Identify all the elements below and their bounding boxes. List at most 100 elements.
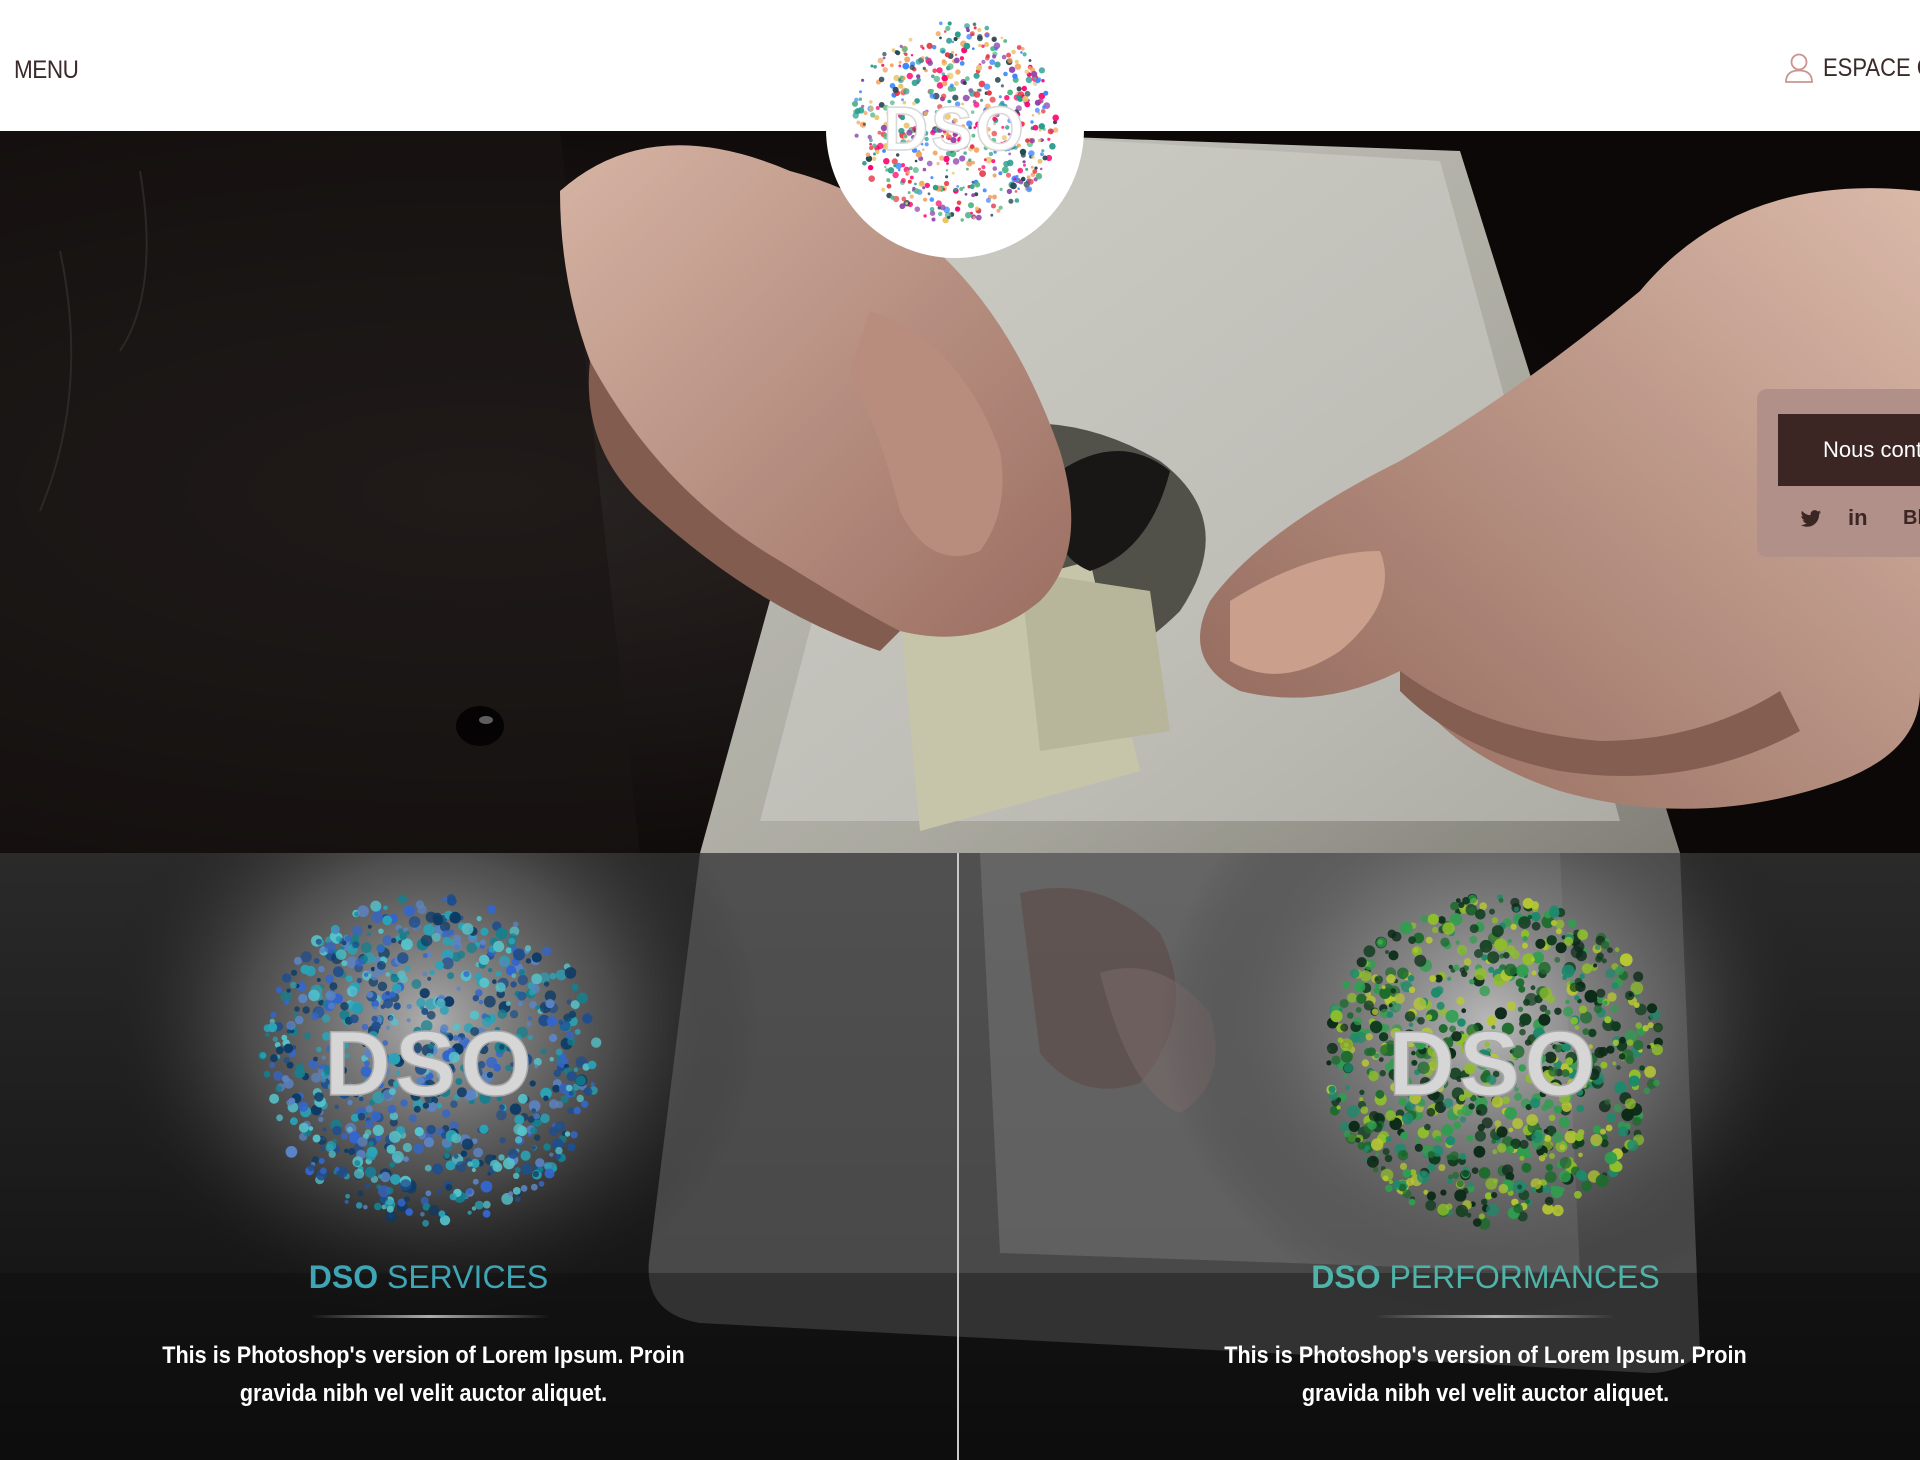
logo-dot: [378, 1174, 383, 1179]
logo-dot: [587, 1060, 597, 1070]
logo-dot: [548, 1126, 559, 1136]
client-area-link[interactable]: ESPACE CLIENT: [1783, 52, 1920, 84]
logo-dot: [929, 207, 935, 212]
logo-dot: [1448, 1174, 1453, 1180]
logo-dot: [1052, 114, 1059, 122]
logo-dot: [1003, 39, 1008, 43]
logo-dot: [443, 996, 455, 1007]
logo-dot: [931, 74, 935, 79]
logo-dot: [511, 973, 517, 979]
logo-dot: [295, 1063, 305, 1072]
logo-dot: [960, 218, 964, 222]
logo-dot: [517, 974, 528, 986]
logo-dot: [929, 88, 935, 94]
logo-dot: [1397, 967, 1409, 980]
logo-dot: [1429, 975, 1437, 983]
logo-dot: [1610, 1021, 1621, 1032]
logo-dot: [1017, 179, 1020, 182]
logo-dot: [947, 63, 954, 70]
services-description-line-2: gravida nibh vel velit auctor aliquet.: [239, 1380, 608, 1407]
logo-dot: [1397, 1150, 1409, 1161]
logo-dot: [1494, 938, 1507, 952]
logo-dot: [417, 904, 427, 915]
logo-dot: [294, 1015, 304, 1025]
logo-dot: [480, 927, 489, 936]
logo-dot: [315, 938, 322, 945]
logo-dot: [984, 25, 990, 31]
logo-dot: [512, 1187, 521, 1195]
contact-button[interactable]: Nous contacter: [1778, 414, 1920, 486]
menu-button[interactable]: MENU: [14, 56, 79, 85]
logo-dot: [259, 1052, 267, 1059]
site-logo[interactable]: DSO: [826, 0, 1084, 258]
logo-dot: [1595, 1174, 1609, 1188]
logo-dot: [936, 67, 943, 74]
logo-dot: [363, 1204, 368, 1210]
logo-dot: [1491, 1139, 1496, 1144]
logo-dot: [937, 206, 941, 210]
logo-dot: [451, 1133, 462, 1144]
logo-dot: [1498, 898, 1504, 903]
logo-dot: [867, 134, 872, 140]
logo-dot: [313, 1056, 318, 1062]
logo-dot: [1543, 1152, 1548, 1158]
logo-dot: [1518, 916, 1531, 929]
performances-panel[interactable]: DSO DSO PERFORMANCES This is Photoshop's…: [959, 853, 1920, 1460]
logo-dot: [1020, 176, 1026, 182]
logo-dot: [298, 1101, 309, 1112]
logo-dot: [1487, 951, 1500, 964]
logo-dot: [1600, 1061, 1608, 1069]
logo-dot: [974, 181, 981, 188]
performances-title-underline: [1375, 1315, 1615, 1318]
logo-dot: [1575, 1169, 1587, 1181]
logo-dot: [583, 1087, 593, 1096]
logo-dot: [878, 76, 885, 83]
logo-dot: [385, 1210, 397, 1223]
linkedin-icon[interactable]: in: [1848, 505, 1868, 531]
logo-dot: [355, 958, 364, 967]
logo-dot: [1434, 1135, 1442, 1143]
logo-dot: [1579, 973, 1585, 979]
logo-dot: [992, 173, 997, 178]
logo-dot: [1368, 1111, 1380, 1122]
services-title-underline: [310, 1315, 550, 1318]
logo-dot: [1619, 953, 1633, 967]
logo-dot: [1491, 1192, 1498, 1199]
logo-dot: [334, 1166, 340, 1172]
blog-link[interactable]: Blog: [1903, 507, 1920, 530]
logo-dot: [1406, 1178, 1414, 1186]
logo-dot: [1014, 190, 1018, 193]
logo-dot: [1496, 1126, 1508, 1138]
logo-dot: [1426, 1191, 1436, 1201]
logo-dot: [354, 1168, 365, 1179]
logo-dot: [892, 86, 899, 93]
logo-dot: [1452, 1171, 1460, 1179]
logo-dot: [1564, 936, 1574, 946]
logo-dot: [1034, 107, 1040, 113]
logo-dot: [492, 979, 497, 984]
logo-dot: [1023, 163, 1026, 167]
logo-dot: [549, 972, 557, 980]
logo-dot: [1574, 1132, 1584, 1142]
services-panel[interactable]: DSO DSO SERVICES This is Photoshop's ver…: [0, 853, 957, 1460]
logo-dot: [354, 1160, 361, 1167]
performances-title: DSO PERFORMANCES: [1005, 1259, 1920, 1296]
logo-dot: [1001, 54, 1007, 60]
logo-dot: [425, 1190, 432, 1197]
services-description-line-1: This is Photoshop's version of Lorem Ips…: [162, 1342, 685, 1369]
logo-dot: [1459, 1116, 1467, 1123]
logo-dot: [316, 1046, 322, 1053]
logo-dot: [930, 176, 934, 180]
twitter-icon[interactable]: [1800, 509, 1822, 534]
logo-dot: [368, 1141, 374, 1147]
logo-dot: [1047, 137, 1051, 141]
logo-dot: [1633, 971, 1644, 982]
logo-dot: [269, 1062, 276, 1069]
logo-dot: [1549, 1153, 1555, 1159]
logo-dot: [994, 61, 1001, 68]
logo-dot: [419, 988, 430, 999]
logo-dot: [318, 1116, 324, 1122]
logo-dot: [1343, 1063, 1354, 1073]
logo-dot: [907, 191, 911, 195]
logo-dot: [1008, 198, 1014, 204]
